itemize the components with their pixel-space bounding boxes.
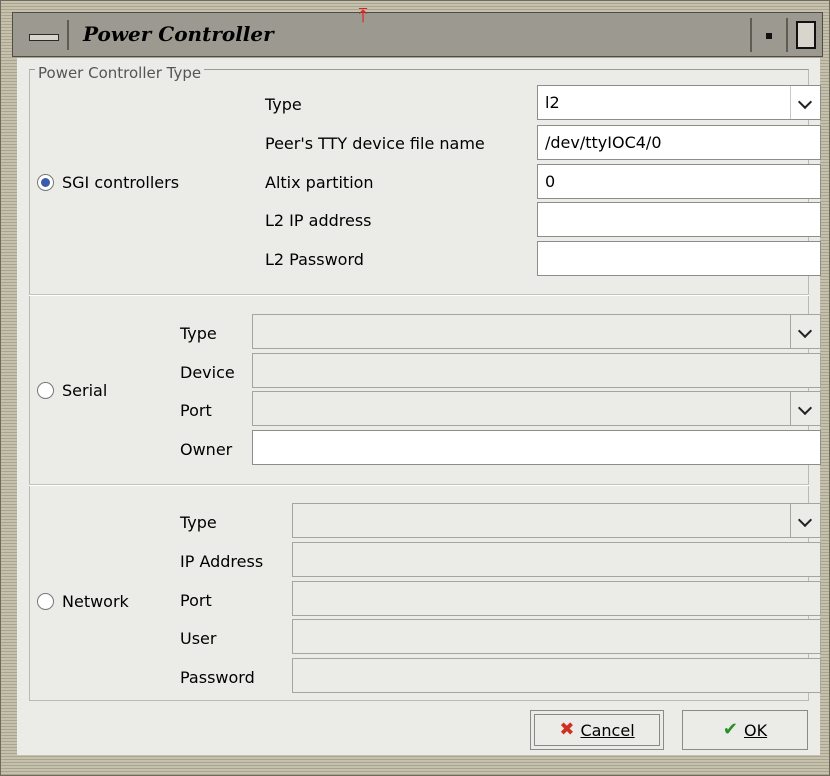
radio-sgi-controllers[interactable]: SGI controllers [37,173,179,192]
title-bar[interactable]: Power Controller ⤒ [12,5,823,57]
divider [29,484,809,486]
sgi-ip-label: L2 IP address [265,211,372,230]
network-password-field[interactable] [292,658,821,693]
minimize-icon [766,33,772,39]
network-user-field[interactable] [292,619,821,654]
radio-serial[interactable]: Serial [37,381,107,400]
sgi-type-label: Type [265,95,302,114]
serial-type-combo[interactable] [252,314,821,349]
radio-label-serial: Serial [62,381,108,400]
serial-type-label: Type [180,324,217,343]
serial-port-label: Port [180,401,212,420]
network-port-label: Port [180,591,212,610]
sgi-type-value: l2 [545,93,560,112]
cancel-x-icon: ✖ [559,719,575,740]
sgi-password-field[interactable] [537,241,821,276]
radio-circle-serial[interactable] [37,382,54,399]
ok-button-label: OK [744,720,768,740]
serial-owner-field[interactable] [252,430,821,465]
sgi-tty-label: Peer's TTY device file name [265,134,485,153]
window-title: Power Controller [83,22,274,46]
checkmark-icon: ✔ [722,719,738,740]
serial-owner-label: Owner [180,440,233,459]
network-password-label: Password [180,668,255,687]
sgi-ip-field[interactable] [537,202,821,237]
maximize-button[interactable] [786,18,820,52]
window-menu-button[interactable] [19,20,69,50]
sgi-tty-field[interactable]: /dev/ttyIOC4/0 [537,125,821,160]
chevron-down-icon[interactable] [790,392,820,425]
maximize-icon [796,21,816,49]
radio-circle-sgi[interactable] [37,174,54,191]
cancel-button[interactable]: ✖ Cancel [530,710,664,750]
sgi-partition-label: Altix partition [265,173,374,192]
network-ip-field[interactable] [292,542,821,577]
network-user-label: User [180,629,217,648]
radio-label-network: Network [62,592,129,611]
serial-port-combo[interactable] [252,391,821,426]
minimize-button[interactable] [750,18,784,52]
red-pin-icon: ⤒ [358,3,368,27]
chevron-down-icon[interactable] [790,315,820,348]
radio-network[interactable]: Network [37,592,129,611]
chevron-down-icon[interactable] [790,504,820,537]
chevron-down-icon[interactable] [790,86,820,119]
sgi-partition-field[interactable]: 0 [537,164,821,199]
ok-button[interactable]: ✔ OK [682,710,808,750]
radio-circle-network[interactable] [37,593,54,610]
sgi-password-label: L2 Password [265,250,364,269]
network-port-field[interactable] [292,581,821,616]
divider [29,294,809,296]
serial-device-field[interactable] [252,353,821,388]
network-type-combo[interactable] [292,503,821,538]
network-ip-label: IP Address [180,552,264,571]
cancel-button-label: Cancel [580,720,635,740]
radio-label-sgi: SGI controllers [62,173,180,192]
network-type-label: Type [180,513,217,532]
window-menu-icon [29,34,59,41]
sgi-type-combo[interactable]: l2 [537,85,821,120]
group-title: Power Controller Type [35,64,205,82]
dialog-content: Power Controller Type SGI controllers Ty… [17,58,821,755]
serial-device-label: Device [180,363,235,382]
power-controller-window: Power Controller ⤒ Power Controller Type… [0,0,830,776]
